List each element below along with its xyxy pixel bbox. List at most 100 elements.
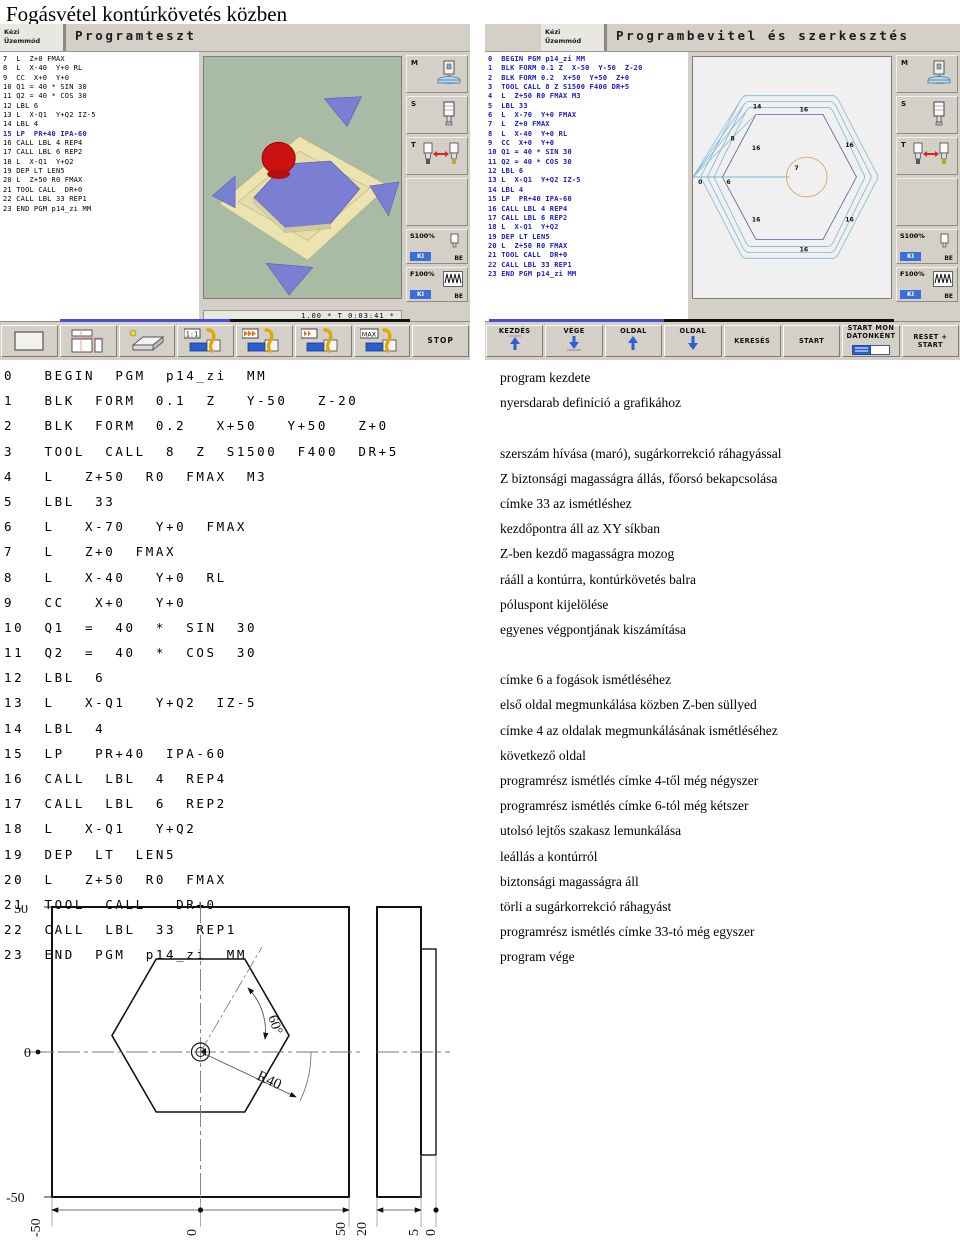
listing-code: 19 DEP LT LEN5 [4,846,177,862]
program-line[interactable]: 16 CALL LBL 4 REP4 [3,139,199,148]
softkey-page-up[interactable]: OLDAL [604,325,663,357]
program-line[interactable]: 10 Q1 = 40 * SIN 30 [3,83,199,92]
status-cell-s[interactable]: S [896,96,958,134]
feed-override-on[interactable]: KI [900,290,921,299]
status-cell-t[interactable]: T [406,137,468,175]
softkey-solid-model[interactable] [118,325,176,357]
softkey-page-down[interactable]: OLDAL [664,325,722,357]
softkey-start-single-block[interactable]: START MON DATONKÉNT [842,324,900,357]
program-line[interactable]: 18 L X-Q1 Y+Q2 [3,158,199,167]
softkey-search[interactable]: KERESÉS [723,325,781,357]
softkey-speed-fast[interactable] [236,325,293,357]
program-line[interactable]: 3 TOOL CALL 8 Z S1500 F400 DR+5 [488,83,688,92]
softkey-start[interactable]: START [782,325,841,357]
listing-row: 6 L X-70 Y+0 FMAX kezdőpontra áll az XY s… [0,519,960,544]
program-line[interactable]: 8 L X-40 Y+0 RL [488,130,688,139]
program-line[interactable]: 20 L Z+50 R0 FMAX [3,176,199,185]
graphics-contour-view[interactable]: 8 0 6 7 14 16 16 16 16 16 16 [692,56,892,299]
feed-override-off[interactable]: BE [454,293,463,300]
status-cell-m[interactable]: M [406,55,468,93]
program-line[interactable]: 22 CALL LBL 33 REP1 [488,261,688,270]
block-label: 14 [753,104,761,111]
arrow-down-icon [567,336,582,351]
softkey-goto-begin[interactable]: KEZDÉS [486,325,544,357]
program-line[interactable]: 23 END PGM p14_zi MM [488,270,688,279]
spindle-override-right[interactable]: S100% KI BE [896,229,958,264]
program-line[interactable]: 19 DEP LT LEN5 [3,167,199,176]
spindle-override-off[interactable]: BE [944,255,953,262]
status-cell-blank [406,178,468,226]
listing-row: 18 L X-Q1 Y+Q2 utolsó lejtős szakasz lemu… [0,821,960,846]
program-line[interactable]: 23 END PGM p14_zi MM [3,205,199,214]
program-line[interactable]: 6 L X-70 Y+0 FMAX [488,111,688,120]
program-line[interactable]: 0 BEGIN PGM p14_zi MM [488,55,688,64]
program-line[interactable]: 7 L Z+0 FMAX [3,55,199,64]
program-line[interactable]: 21 TOOL CALL DR+0 [488,251,688,260]
program-line[interactable]: 1 BLK FORM 0.1 Z X-50 Y-50 Z-20 [488,64,688,73]
listing-row: 19 DEP LT LEN5 leállás a kontúrról [0,847,960,872]
spindle-override-left[interactable]: S100% KI BE [406,229,468,264]
program-line[interactable]: 18 L X-Q1 Y+Q2 [488,223,688,232]
program-line[interactable]: 20 L Z+50 R0 FMAX [488,242,688,251]
program-line[interactable]: 9 CC X+0 Y+0 [3,74,199,83]
spindle-override-on[interactable]: KI [900,252,921,261]
program-line[interactable]: 15 LP PR+40 IPA-60 [3,130,199,139]
toggle-icon [852,344,890,355]
side-width-label: 20 [355,1222,370,1236]
feed-override-label: F100% [410,270,435,278]
arrow-up-icon [507,335,522,350]
program-line[interactable]: 10 Q1 = 40 * SIN 30 [488,148,688,157]
program-listing-right[interactable]: 0 BEGIN PGM p14_zi MM 1 BLK FORM 0.1 Z X-… [485,52,688,332]
listing-description: kezdőpontra áll az XY síkban [500,521,660,537]
softkey-speed-1to1[interactable]: 1:1 [177,325,234,357]
softkey-blank-view[interactable] [1,325,58,357]
program-line[interactable]: 16 CALL LBL 4 REP4 [488,205,688,214]
status-cell-s[interactable]: S [406,96,468,134]
softkey-speed-max[interactable]: MAX [353,325,411,357]
program-line[interactable]: 17 CALL LBL 6 REP2 [3,148,199,157]
program-line[interactable]: 8 L X-40 Y+0 RL [3,64,199,73]
softkey-speed-slow[interactable] [294,325,352,357]
status-cell-m[interactable]: M [896,55,958,93]
softkey-row-left: 1:1 MAX STOP [0,319,470,360]
program-line[interactable]: 4 L Z+50 R0 FMAX M3 [488,92,688,101]
program-line[interactable]: 7 L Z+0 FMAX [488,120,688,129]
program-line[interactable]: 12 LBL 6 [488,167,688,176]
status-label-t: T [411,141,416,149]
program-line[interactable]: 21 TOOL CALL DR+0 [3,186,199,195]
spindle-override-off[interactable]: BE [454,255,463,262]
program-line[interactable]: 9 CC X+0 Y+0 [488,139,688,148]
program-line[interactable]: 15 LP PR+40 IPA-60 [488,195,688,204]
softkey-reset-start[interactable]: RESET + START [901,325,959,357]
feed-override-right[interactable]: F100% KI BE [896,267,958,302]
feed-override-left[interactable]: F100% KI BE [406,267,468,302]
program-line[interactable]: 22 CALL LBL 33 REP1 [3,195,199,204]
feed-override-off[interactable]: BE [944,293,953,300]
feed-override-on[interactable]: KI [410,290,431,299]
listing-description: címke 33 az ismétléshez [500,495,632,511]
status-cell-t[interactable]: T [896,137,958,175]
program-line[interactable]: 14 LBL 4 [488,186,688,195]
graphics-3d-view[interactable] [203,56,402,299]
side-zero-label: 0 [424,1229,439,1236]
spindle-override-on[interactable]: KI [410,252,431,261]
softkey-row-right: KEZDÉS VÉGE OLDAL OLDAL KERESÉS START ST… [485,319,960,360]
program-line[interactable]: 5 LBL 33 [488,102,688,111]
program-listing-left[interactable]: 7 L Z+0 FMAX 8 L X-40 Y+0 RL 9 CC X+0 Y+0 1… [0,52,199,332]
program-line[interactable]: 2 BLK FORM 0.2 X+50 Y+50 Z+0 [488,74,688,83]
listing-code: 3 TOOL CALL 8 Z S1500 F400 DR+5 [4,443,399,459]
program-line[interactable]: 17 CALL LBL 6 REP2 [488,214,688,223]
program-line[interactable]: 12 LBL 6 [3,102,199,111]
listing-code: 1 BLK FORM 0.1 Z Y-50 Z-20 [4,393,359,409]
softkey-stop[interactable]: STOP [412,325,469,357]
technical-drawing: R40 60° 50 0 -50 -50 0 50 20 5 0 [0,901,960,1239]
softkey-goto-end[interactable]: VÉGE [545,325,603,357]
program-line[interactable]: 13 L X-Q1 Y+Q2 IZ-5 [3,111,199,120]
program-line[interactable]: 19 DEP LT LEN5 [488,233,688,242]
program-line[interactable]: 13 L X-Q1 Y+Q2 IZ-5 [488,176,688,185]
program-line[interactable]: 11 Q2 = 40 * COS 30 [3,92,199,101]
softkey-split-view[interactable] [59,325,117,357]
program-line[interactable]: 14 LBL 4 [3,120,199,129]
program-line[interactable]: 11 Q2 = 40 * COS 30 [488,158,688,167]
program-explanation-table: 0 BEGIN PGM p14_zi MM program kezdete 1 BL… [0,368,960,973]
